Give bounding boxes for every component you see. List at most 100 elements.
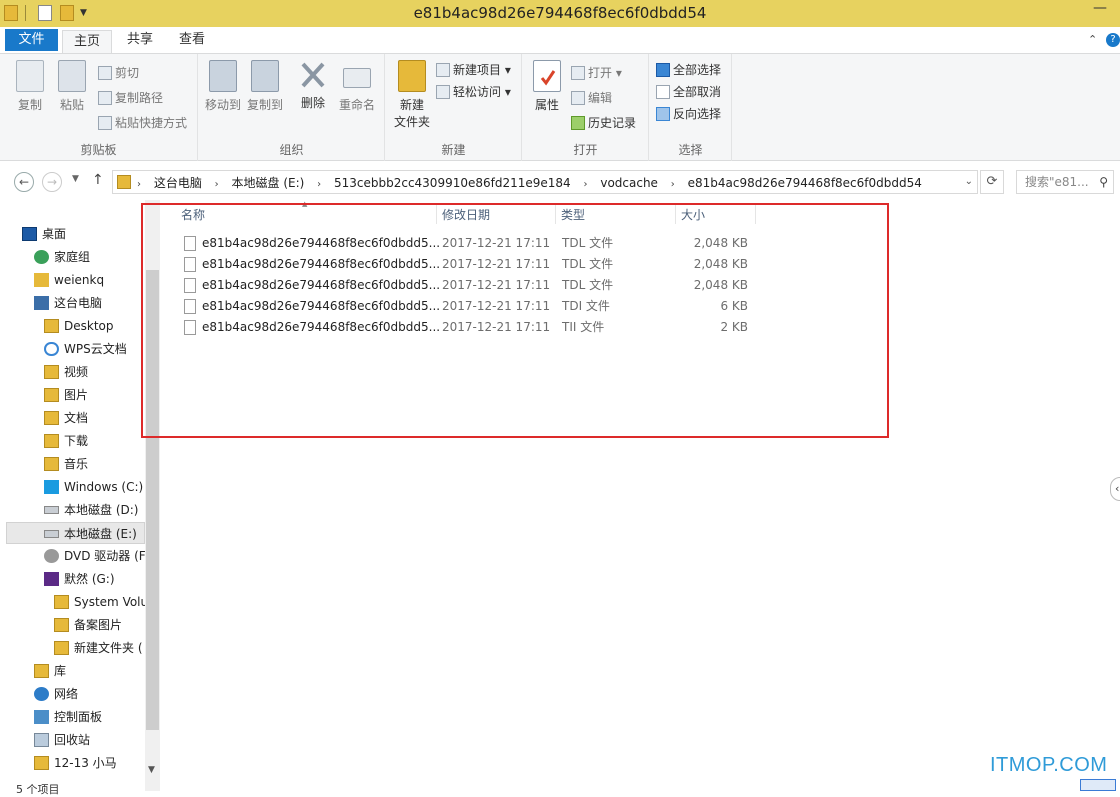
invert-selection-icon [656, 107, 670, 121]
new-folder-button[interactable]: 新建 文件夹 [390, 60, 434, 130]
nav-drive-e[interactable]: 本地磁盘 (E:) [6, 522, 145, 544]
library-icon [34, 664, 49, 678]
group-label-select: 选择 [678, 143, 703, 157]
breadcrumb-arrow-icon[interactable]: › [671, 179, 675, 190]
properties-button[interactable]: 属性 [529, 60, 565, 113]
up-arrow-icon[interactable]: ↑ [92, 172, 104, 188]
homegroup-icon [34, 250, 49, 264]
group-new: 新建 文件夹 新建项目 ▾ 轻松访问 ▾ 新建 [386, 54, 522, 161]
delete-x-icon [300, 60, 326, 90]
hard-drive-icon [44, 506, 59, 514]
breadcrumb-arrow-icon[interactable]: › [215, 179, 219, 190]
tab-home[interactable]: 主页 [62, 30, 112, 53]
network-icon [34, 687, 49, 701]
move-to-button[interactable]: 移动到 [203, 60, 243, 113]
select-none-button[interactable]: 全部取消 [656, 82, 721, 102]
group-label-organize: 组织 [279, 143, 304, 157]
breadcrumb-vodcache[interactable]: vodcache [600, 176, 658, 190]
cut-button[interactable]: 剪切 [98, 63, 139, 83]
properties-icon [533, 60, 561, 92]
history-icon [571, 116, 585, 130]
breadcrumb-current-folder[interactable]: e81b4ac98d26e794468f8ec6f0dbdd54 [688, 176, 922, 190]
folder-icon [34, 756, 49, 770]
rename-icon [343, 68, 371, 88]
delete-button[interactable]: 删除 [295, 60, 331, 111]
rename-button[interactable]: 重命名 [335, 60, 379, 113]
paste-button[interactable]: 粘贴 [52, 60, 92, 113]
copy-path-button[interactable]: 复制路径 [98, 88, 163, 108]
group-select: 全部选择 全部取消 反向选择 选择 [650, 54, 732, 161]
dvd-drive-icon [44, 549, 59, 563]
hard-drive-icon [44, 530, 59, 538]
group-organize: 移动到 复制到 删除 重命名 组织 [199, 54, 385, 161]
move-to-icon [209, 60, 237, 92]
edit-icon [571, 91, 585, 105]
user-folder-icon [34, 273, 49, 287]
breadcrumb-hash-folder[interactable]: 513cebbb2cc4309910e86fd211e9e184 [334, 176, 571, 190]
select-all-button[interactable]: 全部选择 [656, 60, 721, 80]
control-panel-icon [34, 710, 49, 724]
group-open: 属性 打开 ▾ 编辑 历史记录 打开 [523, 54, 649, 161]
easy-access-button[interactable]: 轻松访问 ▾ [436, 82, 511, 102]
edit-button[interactable]: 编辑 [571, 88, 612, 108]
select-all-icon [656, 63, 670, 77]
tab-file[interactable]: 文件 [5, 29, 58, 51]
folder-icon [117, 175, 131, 189]
help-icon[interactable]: ? [1106, 33, 1120, 47]
address-dropdown-icon[interactable]: ⌄ [965, 176, 973, 187]
breadcrumb-this-pc[interactable]: 这台电脑 [154, 176, 202, 190]
collapse-ribbon-icon[interactable]: ⌃ [1088, 33, 1097, 46]
select-none-icon [656, 85, 670, 99]
scroll-down-icon[interactable]: ▼ [148, 765, 155, 775]
refresh-button[interactable]: ⟳ [980, 170, 1004, 194]
folder-icon [54, 641, 69, 655]
chevron-left-icon[interactable]: ‹ [1110, 477, 1120, 501]
copy-path-icon [98, 91, 112, 105]
new-folder-icon [398, 60, 426, 92]
address-row: ← → ▼ ↑ › 这台电脑 › 本地磁盘 (E:) › 513cebbb2cc… [0, 162, 1120, 200]
invert-selection-button[interactable]: 反向选择 [656, 104, 721, 124]
folder-icon [44, 319, 59, 333]
paste-shortcut-icon [98, 116, 112, 130]
back-button[interactable]: ← [14, 172, 34, 192]
desktop-icon [22, 227, 37, 241]
forward-button[interactable]: → [42, 172, 62, 192]
search-input[interactable]: 搜索"e81... ⚲ [1016, 170, 1114, 194]
copy-to-button[interactable]: 复制到 [245, 60, 285, 113]
videos-folder-icon [44, 365, 59, 379]
downloads-folder-icon [44, 434, 59, 448]
group-clipboard: 复制 粘贴 剪切 复制路径 粘贴快捷方式 剪贴板 [0, 54, 198, 161]
view-toggle-buttons[interactable] [1080, 779, 1116, 791]
open-icon [571, 66, 585, 80]
open-button[interactable]: 打开 ▾ [571, 63, 622, 83]
paste-shortcut-button[interactable]: 粘贴快捷方式 [98, 113, 187, 133]
cloud-icon [44, 342, 59, 356]
search-icon[interactable]: ⚲ [1099, 171, 1108, 193]
folder-icon [54, 595, 69, 609]
history-button[interactable]: 历史记录 [571, 113, 636, 133]
breadcrumb-local-disk-e[interactable]: 本地磁盘 (E:) [232, 176, 305, 190]
copy-button[interactable]: 复制 [10, 60, 50, 113]
music-folder-icon [44, 457, 59, 471]
tab-view[interactable]: 查看 [167, 27, 217, 53]
tab-share[interactable]: 共享 [115, 27, 165, 53]
breadcrumb-arrow-icon[interactable]: › [317, 179, 321, 190]
highlight-box [141, 203, 889, 438]
easy-access-icon [436, 85, 450, 99]
documents-folder-icon [44, 411, 59, 425]
status-bar-text: 5 个项目 [16, 783, 60, 796]
group-label-clipboard: 剪贴板 [80, 143, 117, 157]
new-item-button[interactable]: 新建项目 ▾ [436, 60, 511, 80]
address-bar[interactable]: › 这台电脑 › 本地磁盘 (E:) › 513cebbb2cc4309910e… [112, 170, 978, 194]
windows-drive-icon [44, 480, 59, 494]
recent-locations-dropdown-icon[interactable]: ▼ [72, 174, 79, 184]
group-label-open: 打开 [573, 143, 598, 157]
group-label-new: 新建 [441, 143, 466, 157]
minimize-button[interactable]: — [1080, 0, 1120, 20]
computer-icon [34, 296, 49, 310]
copy-icon [16, 60, 44, 92]
navigation-pane[interactable]: 桌面 家庭组 weienkq 这台电脑 Desktop WPS云文档 视频 图片… [0, 200, 160, 791]
breadcrumb-arrow-icon[interactable]: › [584, 179, 588, 190]
breadcrumb: › 这台电脑 › 本地磁盘 (E:) › 513cebbb2cc4309910e… [137, 174, 922, 192]
title-bar: ▼ e81b4ac98d26e794468f8ec6f0dbdd54 — [0, 0, 1120, 27]
